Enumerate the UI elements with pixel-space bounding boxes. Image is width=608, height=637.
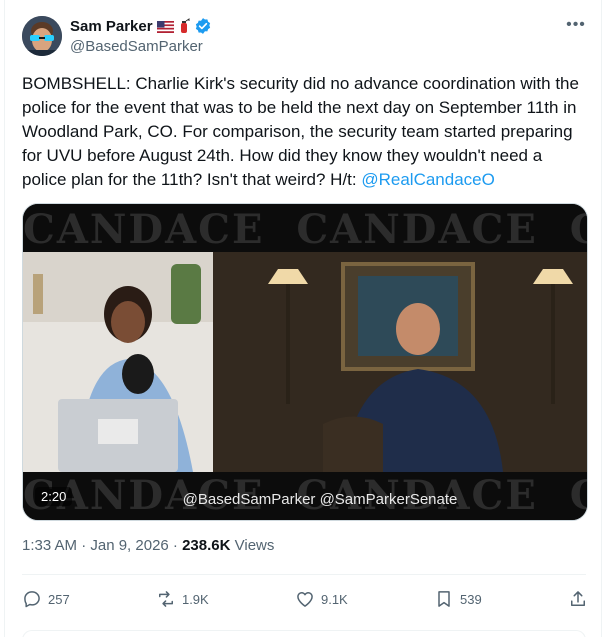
video-watermark: @BasedSamParker @SamParkerSenate — [182, 491, 458, 508]
tweet-body: BOMBSHELL: Charlie Kirk's security did n… — [22, 74, 584, 189]
heart-icon — [297, 592, 313, 607]
video-player[interactable]: CANDACE CANDACE CANDACE CANDACE CANDACE … — [22, 203, 588, 521]
repost-button[interactable]: 1.9K — [156, 589, 209, 609]
bookmark-icon — [438, 591, 450, 607]
tweet-meta: 1:33 AM · Jan 9, 2026 · 238.6K Views — [22, 537, 274, 554]
author-name[interactable]: Sam Parker — [70, 18, 153, 35]
banner-top: CANDACE CANDACE CANDACE — [23, 206, 587, 253]
video-duration: 2:20 — [35, 487, 73, 506]
fire-extinguisher-icon — [178, 18, 190, 34]
bookmark-button[interactable]: 539 — [434, 589, 482, 609]
share-icon — [570, 591, 585, 606]
reply-button[interactable]: 257 — [22, 589, 70, 609]
mention-link[interactable]: @RealCandaceO — [361, 170, 495, 189]
banner-word-3: CANDACE — [570, 206, 587, 253]
like-count: 9.1K — [320, 591, 348, 607]
verified-badge-icon — [194, 17, 212, 35]
like-button[interactable]: 9.1K — [295, 589, 348, 609]
repost-icon — [158, 591, 173, 607]
views-label: Views — [230, 537, 275, 554]
repost-count: 1.9K — [181, 591, 209, 607]
divider-top — [22, 574, 586, 575]
action-bar: 257 1.9K 9.1K 539 — [22, 584, 588, 614]
reply-icon — [24, 591, 40, 608]
reply-composer-edge — [22, 630, 586, 637]
us-flag-icon — [156, 20, 174, 33]
author-handle[interactable]: @BasedSamParker — [70, 38, 212, 55]
more-options-icon[interactable]: ••• — [566, 17, 586, 38]
views-count: 238.6K — [182, 537, 231, 554]
bookmark-count: 539 — [460, 591, 482, 607]
author-block: Sam Parker @BasedSamParker — [70, 16, 212, 55]
reply-count: 257 — [48, 591, 70, 607]
avatar[interactable] — [22, 16, 62, 56]
share-button[interactable] — [568, 589, 588, 609]
banner-word-1: CANDACE — [23, 206, 265, 253]
timestamp[interactable]: 1:33 AM · Jan 9, 2026 · — [22, 537, 182, 554]
banner-word-2: CANDACE — [296, 206, 538, 253]
tweet-text: BOMBSHELL: Charlie Kirk's security did n… — [22, 72, 588, 192]
